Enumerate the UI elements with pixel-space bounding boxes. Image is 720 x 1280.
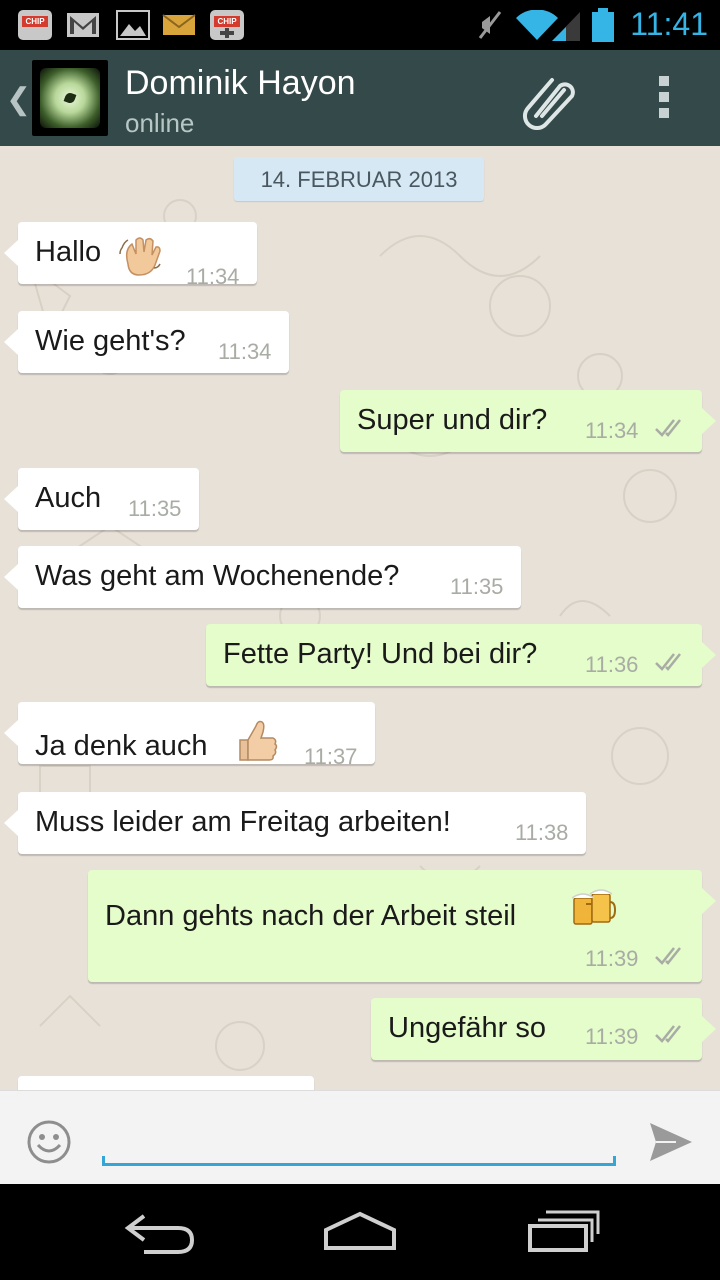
gallery-icon bbox=[116, 10, 150, 40]
message-bubble-incoming[interactable]: Wie geht's? 11:34 bbox=[4, 311, 289, 373]
message-time: 11:35 bbox=[450, 574, 504, 599]
back-chevron-icon[interactable]: ❮ bbox=[6, 82, 31, 117]
attach-paperclip-icon[interactable] bbox=[522, 72, 580, 130]
message-time: 11:37 bbox=[304, 744, 358, 769]
message-time: 11:39 bbox=[585, 946, 639, 971]
status-bar: CHIP CHIP 11:41 bbox=[0, 0, 720, 50]
message-time: 11:35 bbox=[128, 496, 182, 521]
message-bubble-outgoing[interactable]: Super und dir? 11:34 bbox=[340, 390, 716, 452]
double-check-icon bbox=[655, 419, 681, 437]
chip-label: CHIP bbox=[214, 16, 240, 27]
send-icon[interactable] bbox=[648, 1119, 694, 1165]
avatar[interactable] bbox=[32, 60, 108, 136]
message-time: 11:39 bbox=[585, 1024, 639, 1049]
message-text: Ja denk auch bbox=[35, 730, 208, 762]
mute-icon bbox=[478, 11, 502, 39]
message-input[interactable] bbox=[102, 1111, 620, 1171]
chat-area[interactable]: 14. FEBRUAR 2013 Hallo 11:34 Wie geht's?… bbox=[0, 146, 720, 1090]
message-time: 11:38 bbox=[515, 820, 569, 845]
signal-icon bbox=[552, 12, 580, 41]
message-time: 11:34 bbox=[186, 264, 240, 289]
double-check-icon bbox=[655, 653, 681, 671]
contact-name[interactable]: Dominik Hayon bbox=[125, 64, 356, 103]
message-text: Dann gehts nach der Arbeit steil bbox=[105, 900, 517, 932]
message-bubble-incoming[interactable]: Auch 11:35 bbox=[4, 468, 199, 530]
recent-apps-icon[interactable] bbox=[524, 1206, 604, 1258]
message-text: Wie geht's? bbox=[35, 325, 186, 357]
system-nav-bar bbox=[0, 1184, 720, 1280]
gmail-icon bbox=[67, 13, 99, 37]
message-bubble-incoming[interactable]: Muss leider am Freitag arbeiten! 11:38 bbox=[4, 792, 586, 854]
email-icon bbox=[162, 14, 196, 35]
message-bubble-incoming[interactable]: Ja denk auch 11:37 bbox=[4, 702, 375, 769]
message-bubble-incoming[interactable]: Was geht am Wochenende? 11:35 bbox=[4, 546, 521, 608]
message-time: 11:34 bbox=[585, 418, 639, 443]
battery-icon bbox=[592, 8, 614, 42]
chip-label: CHIP bbox=[22, 16, 48, 27]
thumbs-up-emoji bbox=[239, 720, 278, 761]
message-text: Was geht am Wochenende? bbox=[35, 560, 400, 592]
double-check-icon bbox=[655, 947, 681, 965]
back-icon[interactable] bbox=[120, 1206, 200, 1258]
message-bubble-partial[interactable] bbox=[18, 1076, 314, 1090]
message-text: Hallo bbox=[35, 236, 102, 268]
message-bubble-outgoing[interactable]: Dann gehts nach der Arbeit steil 11:39 bbox=[88, 870, 716, 982]
chip-app-icon: CHIP bbox=[18, 10, 52, 40]
clock: 11:41 bbox=[630, 6, 708, 42]
message-text: Fette Party! Und bei dir? bbox=[223, 638, 538, 670]
date-separator: 14. FEBRUAR 2013 bbox=[234, 157, 484, 201]
message-time: 11:34 bbox=[218, 339, 272, 364]
message-time: 11:36 bbox=[585, 652, 639, 677]
conversation-header: ❮ Dominik Hayon online bbox=[0, 50, 720, 146]
message-bubble-outgoing[interactable]: Ungefähr so 11:39 bbox=[371, 998, 716, 1060]
beer-mugs-emoji bbox=[571, 889, 616, 925]
message-bubble-outgoing[interactable]: Fette Party! Und bei dir? 11:36 bbox=[206, 624, 716, 686]
waving-hand-emoji bbox=[119, 237, 161, 276]
compose-bar bbox=[0, 1090, 720, 1185]
overflow-menu-icon[interactable] bbox=[654, 76, 674, 126]
input-underline bbox=[102, 1156, 616, 1166]
message-text: Muss leider am Freitag arbeiten! bbox=[35, 806, 451, 838]
double-check-icon bbox=[655, 1025, 681, 1043]
message-text: Super und dir? bbox=[357, 404, 548, 436]
message-bubble-incoming[interactable]: Hallo 11:34 bbox=[4, 222, 257, 289]
message-text: Ungefähr so bbox=[388, 1012, 546, 1044]
home-icon[interactable] bbox=[320, 1206, 400, 1258]
emoji-smiley-icon[interactable] bbox=[26, 1119, 72, 1165]
contact-status: online bbox=[125, 108, 195, 138]
message-text: Auch bbox=[35, 482, 102, 514]
chip-game-icon: CHIP bbox=[210, 10, 244, 40]
